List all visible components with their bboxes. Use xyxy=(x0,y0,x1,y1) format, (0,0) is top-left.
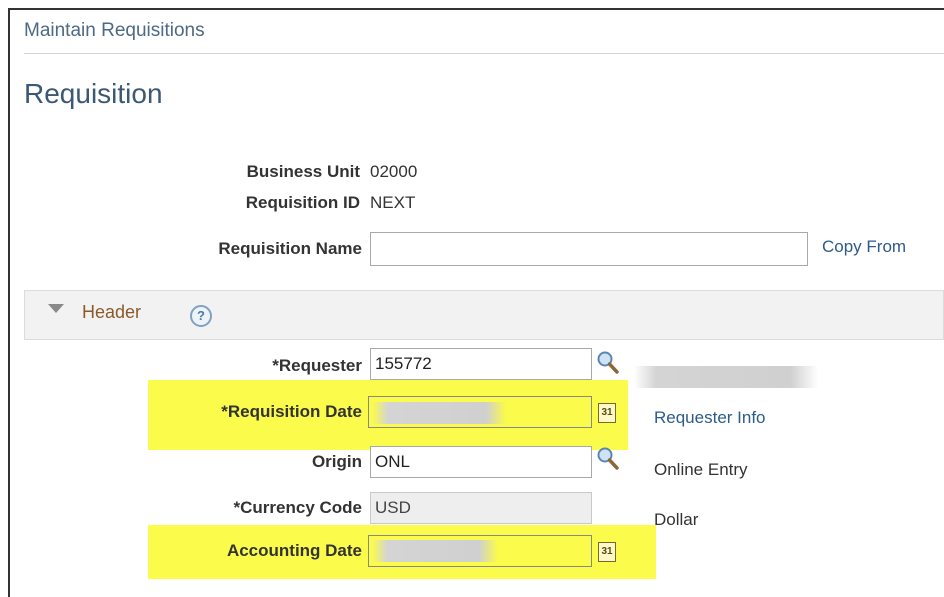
business-unit-label: Business Unit xyxy=(246,162,360,181)
origin-label: Origin xyxy=(311,452,362,471)
requester-label: *Requester xyxy=(272,356,362,375)
requisition-name-label: Requisition Name xyxy=(218,239,362,258)
currency-code-label: *Currency Code xyxy=(233,498,362,517)
business-unit-value: 02000 xyxy=(370,162,418,181)
search-icon[interactable] xyxy=(596,446,620,472)
accounting-date-label: Accounting Date xyxy=(226,541,362,560)
requester-info-link[interactable]: Requester Info xyxy=(654,408,766,428)
calendar-icon[interactable]: 31 xyxy=(598,542,616,562)
requisition-date-label: *Requisition Date xyxy=(221,402,362,421)
help-icon[interactable]: ? xyxy=(190,305,212,327)
copy-from-link[interactable]: Copy From xyxy=(822,237,906,257)
requisition-name-input[interactable] xyxy=(370,232,808,266)
calendar-icon[interactable]: 31 xyxy=(598,403,616,423)
requisition-id-value: NEXT xyxy=(370,193,416,212)
origin-description: Online Entry xyxy=(654,460,748,479)
page-title: Requisition xyxy=(24,78,163,109)
breadcrumb[interactable]: Maintain Requisitions xyxy=(24,20,205,42)
requester-input[interactable] xyxy=(370,348,592,380)
search-icon[interactable] xyxy=(596,350,620,376)
collapse-triangle-icon[interactable] xyxy=(48,304,64,313)
currency-description: Dollar xyxy=(654,510,699,529)
breadcrumb-divider xyxy=(24,53,944,54)
accounting-date-redacted xyxy=(372,540,498,562)
header-section-title[interactable]: Header xyxy=(82,302,141,323)
requisition-date-redacted xyxy=(372,402,506,424)
requester-name-redacted xyxy=(634,366,818,388)
origin-input[interactable] xyxy=(370,446,592,478)
header-section-bar[interactable] xyxy=(24,290,944,340)
requisition-id-label: Requisition ID xyxy=(245,193,360,212)
currency-code-input xyxy=(370,492,592,524)
